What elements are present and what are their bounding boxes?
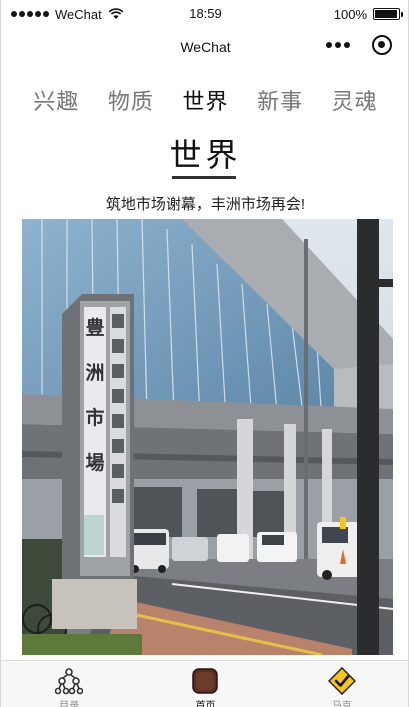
tab-xingqu[interactable]: 兴趣 xyxy=(33,84,79,118)
phone-screen: WeChat 18:59 100% WeChat 兴趣 物质 世界 新事 灵魂 xyxy=(0,0,409,707)
svg-text:豊: 豊 xyxy=(85,316,104,339)
svg-text:場: 場 xyxy=(85,452,104,474)
heading-underline xyxy=(172,176,236,179)
status-time: 18:59 xyxy=(189,6,222,21)
status-bar: WeChat 18:59 100% xyxy=(1,0,408,28)
network-tree-icon xyxy=(54,666,84,696)
bottom-tab-directory-label: 目录 xyxy=(59,701,80,707)
market-building-image: 豊 洲 市 場 xyxy=(22,219,393,655)
bottom-tab-mark-label: 马克 xyxy=(331,701,352,707)
nav-title: WeChat xyxy=(180,39,231,55)
navigation-bar: WeChat xyxy=(1,28,408,66)
svg-text:洲: 洲 xyxy=(85,362,104,384)
article-photo[interactable]: 豊 洲 市 場 xyxy=(22,219,393,655)
bottom-tab-home-label: 首页 xyxy=(195,701,216,707)
tab-xinshi[interactable]: 新事 xyxy=(257,84,303,118)
battery-icon xyxy=(373,8,403,20)
more-dots-icon[interactable] xyxy=(326,42,350,48)
bottom-tab-bar: 目录 首页 马克 xyxy=(1,660,408,707)
record-close-icon[interactable] xyxy=(372,35,392,55)
home-square-icon xyxy=(190,666,220,696)
check-diamond-icon xyxy=(327,666,357,696)
tab-wuzhi[interactable]: 物质 xyxy=(108,84,154,118)
svg-text:市: 市 xyxy=(85,406,104,429)
section-heading: 世界 xyxy=(169,137,242,173)
tab-shijie[interactable]: 世界 xyxy=(182,84,228,118)
bottom-tab-mark[interactable]: 马克 xyxy=(292,661,392,707)
menu-capsule xyxy=(326,35,392,55)
bottom-tab-directory[interactable]: 目录 xyxy=(19,661,119,707)
category-tabs: 兴趣 物质 世界 新事 灵魂 xyxy=(1,84,408,118)
article-subtitle[interactable]: 筑地市场谢幕，丰洲市场再会! xyxy=(1,193,408,214)
bottom-tab-home[interactable]: 首页 xyxy=(155,661,255,707)
tab-linghun[interactable]: 灵魂 xyxy=(332,84,378,118)
battery-level xyxy=(375,10,397,18)
